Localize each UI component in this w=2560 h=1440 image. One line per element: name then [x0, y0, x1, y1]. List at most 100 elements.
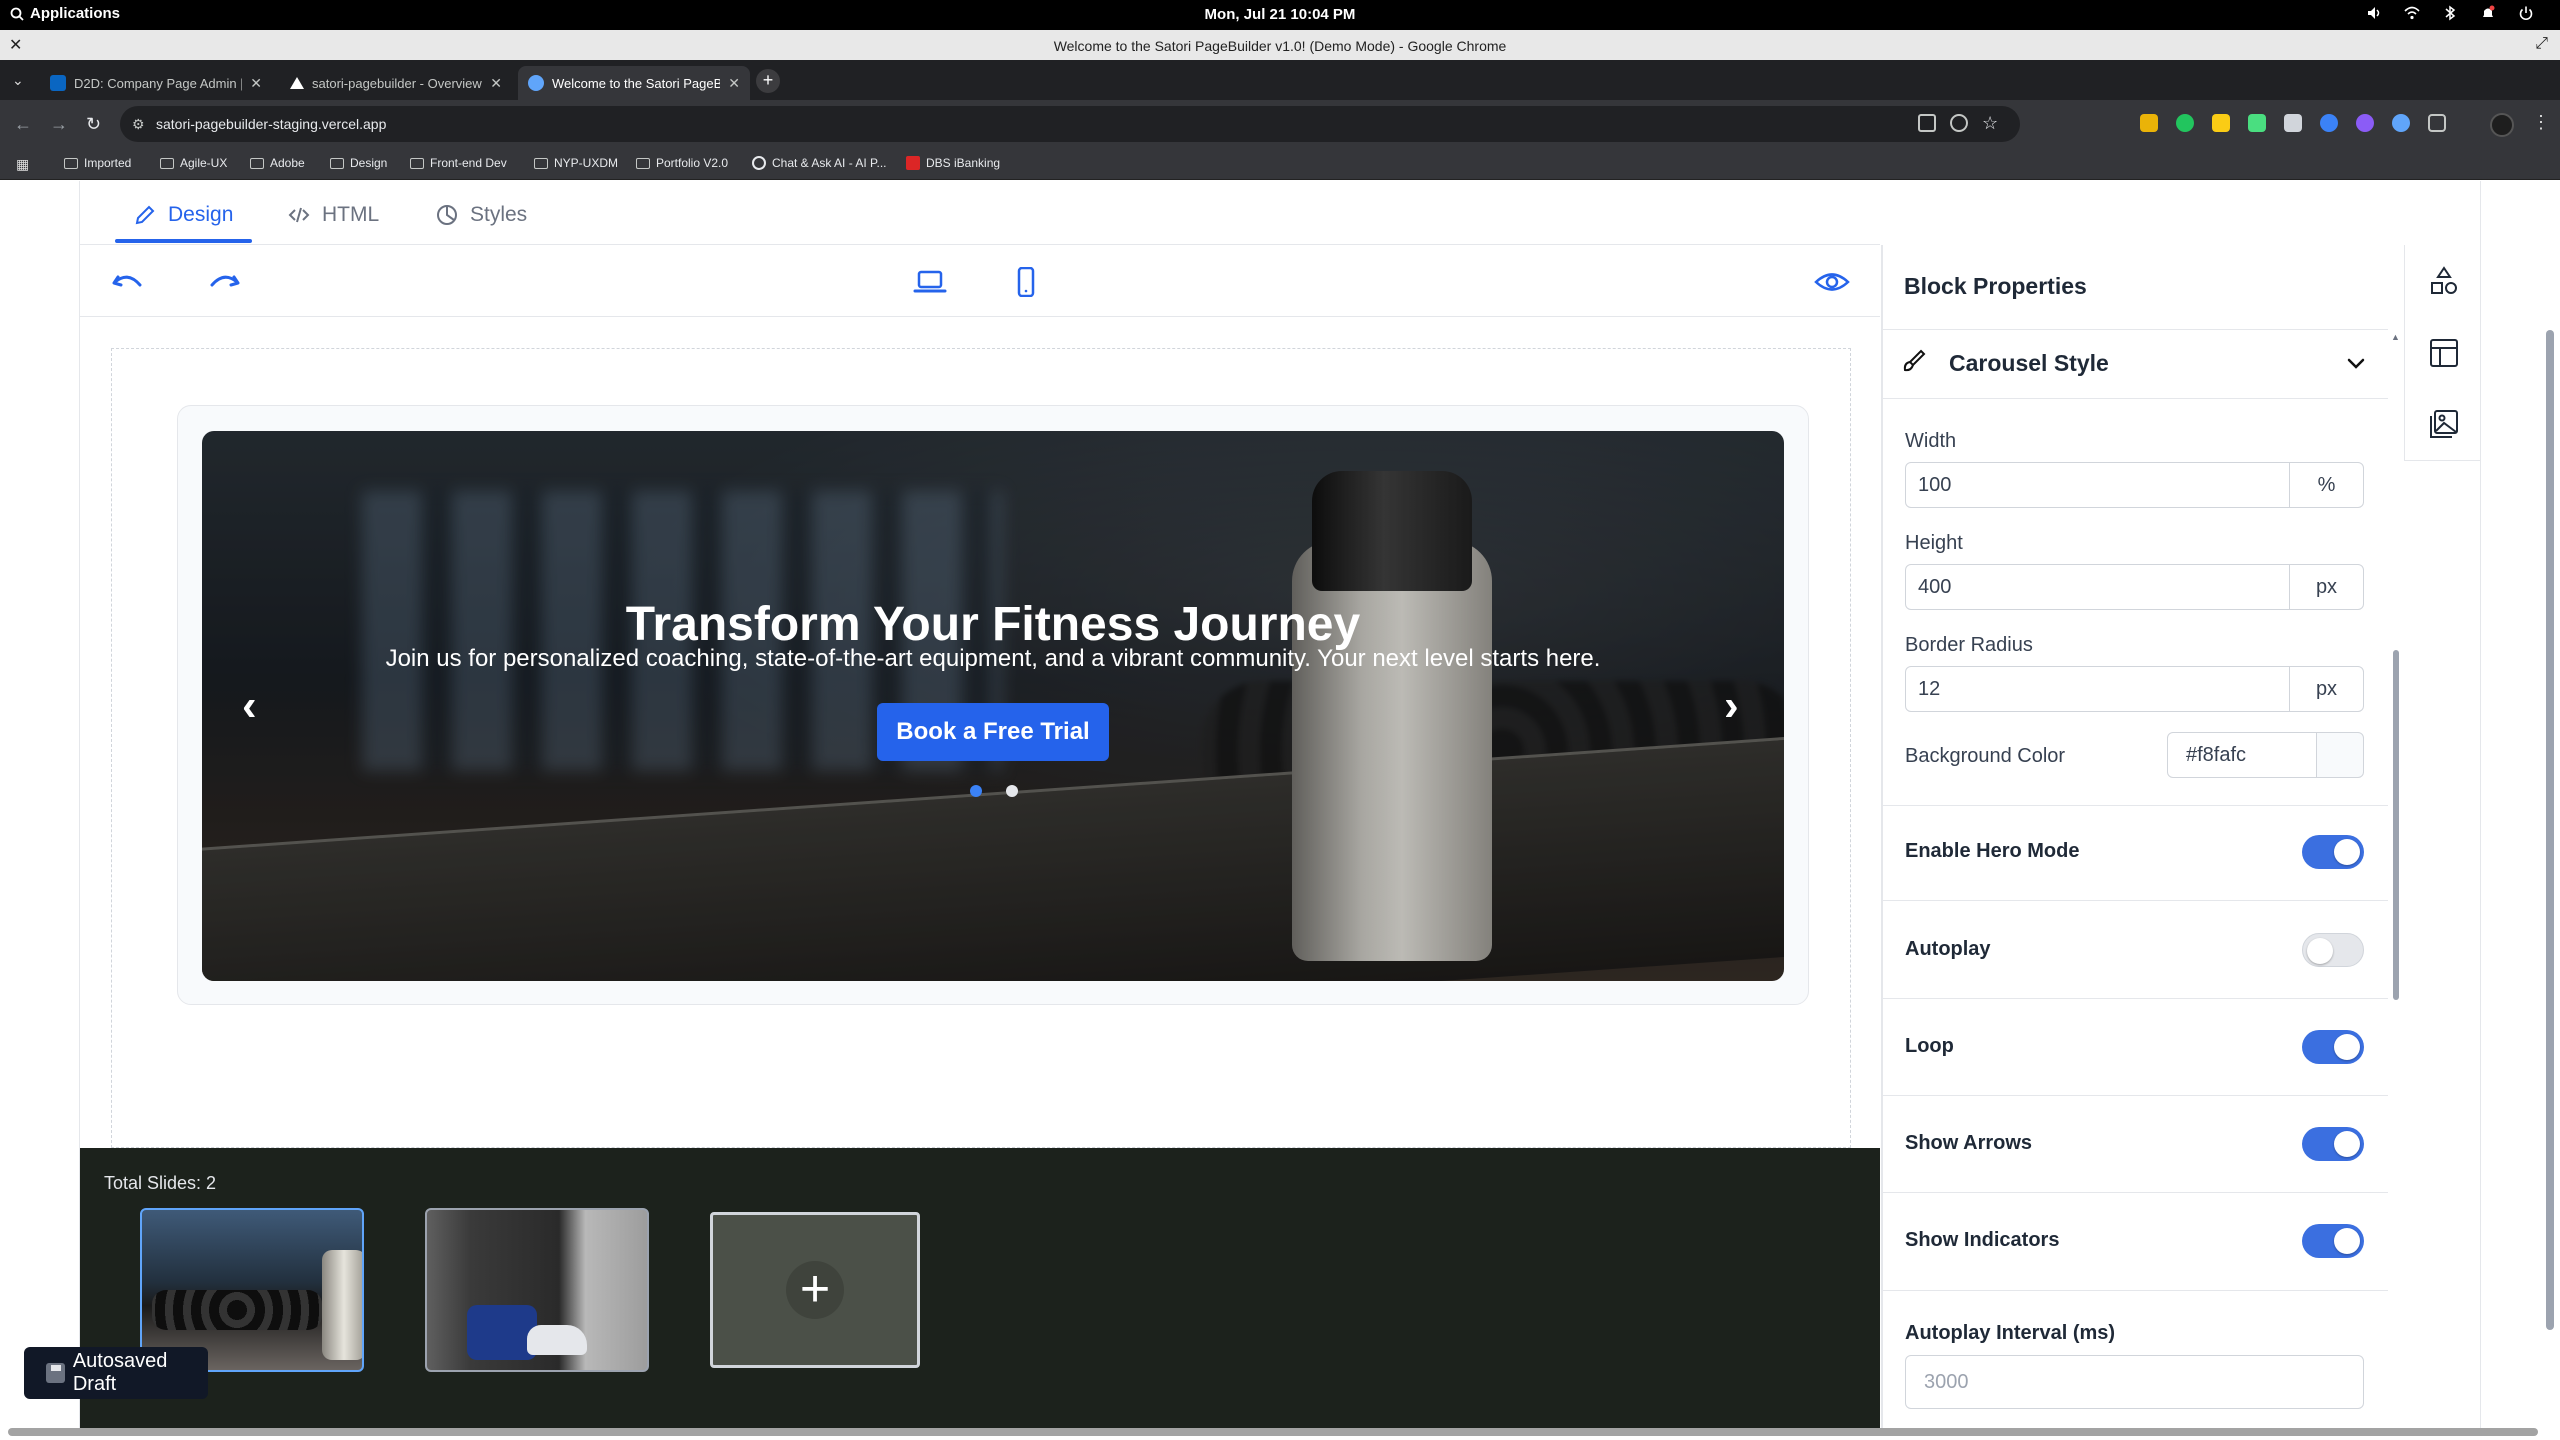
extension-icon[interactable]: [2320, 114, 2338, 132]
divider: [1883, 900, 2388, 901]
tab-label: Design: [168, 203, 234, 226]
undo-icon[interactable]: [110, 267, 146, 297]
reload-icon[interactable]: ↻: [86, 114, 101, 135]
hero-mode-toggle[interactable]: [2302, 835, 2364, 869]
linkedin-favicon-icon: [50, 75, 66, 91]
folder-icon: [330, 157, 344, 169]
power-icon[interactable]: [2518, 5, 2534, 21]
carousel-indicator[interactable]: [1006, 785, 1018, 797]
height-input[interactable]: 400: [1905, 564, 2290, 610]
page-horizontal-scrollbar[interactable]: [8, 1428, 2538, 1436]
eye-icon[interactable]: [1814, 267, 1850, 297]
editor-toolbar: [80, 245, 1880, 317]
border-radius-unit-select[interactable]: px: [2289, 666, 2364, 712]
bookmark-link[interactable]: DBS iBanking: [906, 156, 1000, 170]
extension-icon[interactable]: [2176, 114, 2194, 132]
loop-toggle[interactable]: [2302, 1030, 2364, 1064]
background-color-swatch[interactable]: [2316, 732, 2364, 778]
mobile-icon[interactable]: [1008, 267, 1044, 297]
autoplay-toggle[interactable]: [2302, 933, 2364, 967]
thumbnail-bottle: [322, 1250, 362, 1360]
hero-subtext[interactable]: Join us for personalized coaching, state…: [202, 645, 1784, 673]
book-free-trial-button[interactable]: Book a Free Trial: [877, 703, 1109, 761]
close-tab-icon[interactable]: ✕: [728, 75, 740, 92]
layout-icon[interactable]: [2428, 337, 2460, 369]
browser-tab-linkedin[interactable]: D2D: Company Page Admin | L ✕: [40, 66, 272, 100]
border-radius-input[interactable]: 12: [1905, 666, 2290, 712]
apps-grid-icon[interactable]: ▦: [16, 156, 32, 172]
bookmark-folder[interactable]: Adobe: [250, 156, 305, 170]
scroll-up-arrow-icon[interactable]: ▲: [2391, 332, 2400, 342]
extensions-puzzle-icon[interactable]: [2428, 114, 2446, 132]
profile-avatar[interactable]: [2490, 113, 2514, 137]
hero-headline[interactable]: Transform Your Fitness Journey: [202, 597, 1784, 652]
extension-icon[interactable]: [2392, 114, 2410, 132]
panel-scrollbar-thumb[interactable]: [2393, 650, 2399, 1000]
extension-icon[interactable]: [2284, 114, 2302, 132]
image-gallery-icon[interactable]: [2428, 408, 2460, 440]
autoplay-interval-input[interactable]: 3000: [1905, 1355, 2364, 1409]
browser-tab-vercel[interactable]: satori-pagebuilder - Overview ✕: [280, 66, 512, 100]
tab-styles[interactable]: Styles: [436, 203, 527, 227]
laptop-icon[interactable]: [912, 267, 948, 297]
background-color-input[interactable]: #f8fafc: [2167, 732, 2317, 778]
height-unit-select[interactable]: px: [2289, 564, 2364, 610]
bookmark-folder[interactable]: NYP-UXDM: [534, 156, 618, 170]
volume-icon[interactable]: [2366, 5, 2382, 21]
show-indicators-label: Show Indicators: [1905, 1229, 2060, 1251]
tab-search-chevron-icon[interactable]: ⌄: [12, 72, 24, 89]
bookmark-link[interactable]: Chat & Ask AI - AI P...: [752, 156, 887, 170]
bookmark-folder[interactable]: Design: [330, 156, 387, 170]
back-arrow-icon[interactable]: ←: [14, 114, 32, 135]
system-tray[interactable]: [2366, 5, 2534, 21]
chevron-down-icon[interactable]: [2345, 352, 2367, 374]
slide-thumbnail-2[interactable]: [425, 1208, 649, 1372]
bookmark-label: Front-end Dev: [430, 156, 507, 170]
extension-icon[interactable]: [2248, 114, 2266, 132]
autoplay-label: Autoplay: [1905, 938, 1991, 960]
bookmark-folder[interactable]: Agile-UX: [160, 156, 227, 170]
page-vertical-scrollbar[interactable]: [2546, 330, 2554, 1330]
carousel-style-section-header[interactable]: Carousel Style: [1883, 330, 2388, 396]
zoom-icon[interactable]: [1950, 114, 1968, 132]
site-info-icon[interactable]: ⚙: [132, 116, 148, 132]
extension-icon[interactable]: [2140, 114, 2158, 132]
url-text[interactable]: satori-pagebuilder-staging.vercel.app: [156, 116, 386, 132]
clock[interactable]: Mon, Jul 21 10:04 PM: [0, 6, 2560, 23]
width-input[interactable]: 100: [1905, 462, 2290, 508]
forward-arrow-icon[interactable]: →: [50, 114, 68, 135]
close-tab-icon[interactable]: ✕: [250, 75, 262, 92]
hero-carousel[interactable]: Transform Your Fitness Journey Join us f…: [202, 431, 1784, 981]
carousel-prev-arrow-icon[interactable]: ‹: [242, 681, 257, 731]
shapes-icon[interactable]: [2428, 265, 2460, 297]
omnibox[interactable]: ⚙ satori-pagebuilder-staging.vercel.app …: [120, 106, 2020, 142]
width-unit-select[interactable]: %: [2289, 462, 2364, 508]
wifi-icon[interactable]: [2404, 5, 2420, 21]
extension-icon[interactable]: [2356, 114, 2374, 132]
palette-icon: [437, 205, 457, 225]
tab-html[interactable]: HTML: [288, 203, 379, 227]
show-indicators-toggle[interactable]: [2302, 1224, 2364, 1258]
notification-bell-icon[interactable]: [2480, 5, 2496, 21]
maximize-icon[interactable]: ⤢: [2535, 35, 2548, 53]
window-title: Welcome to the Satori PageBuilder v1.0! …: [1053, 38, 1507, 54]
bookmark-star-icon[interactable]: ☆: [1982, 114, 2000, 132]
show-arrows-toggle[interactable]: [2302, 1127, 2364, 1161]
bookmark-folder[interactable]: Portfolio V2.0: [636, 156, 728, 170]
extension-icon[interactable]: [2212, 114, 2230, 132]
floppy-disk-icon: [46, 1363, 65, 1383]
chrome-menu-icon[interactable]: ⋮: [2532, 112, 2550, 133]
os-top-bar: Applications Mon, Jul 21 10:04 PM: [0, 0, 2560, 30]
carousel-indicator-active[interactable]: [970, 785, 982, 797]
carousel-next-arrow-icon[interactable]: ›: [1724, 681, 1739, 731]
bluetooth-icon[interactable]: [2442, 5, 2458, 21]
add-slide-button[interactable]: +: [710, 1212, 920, 1368]
bookmark-folder[interactable]: Front-end Dev: [410, 156, 507, 170]
tab-design[interactable]: Design: [134, 203, 233, 227]
close-tab-icon[interactable]: ✕: [490, 75, 502, 92]
redo-icon[interactable]: [206, 267, 242, 297]
new-tab-button[interactable]: +: [756, 69, 780, 93]
bookmark-folder[interactable]: Imported: [64, 156, 131, 170]
cast-icon[interactable]: [1918, 114, 1936, 132]
browser-tab-satori[interactable]: Welcome to the Satori PageBuil ✕: [518, 66, 750, 100]
